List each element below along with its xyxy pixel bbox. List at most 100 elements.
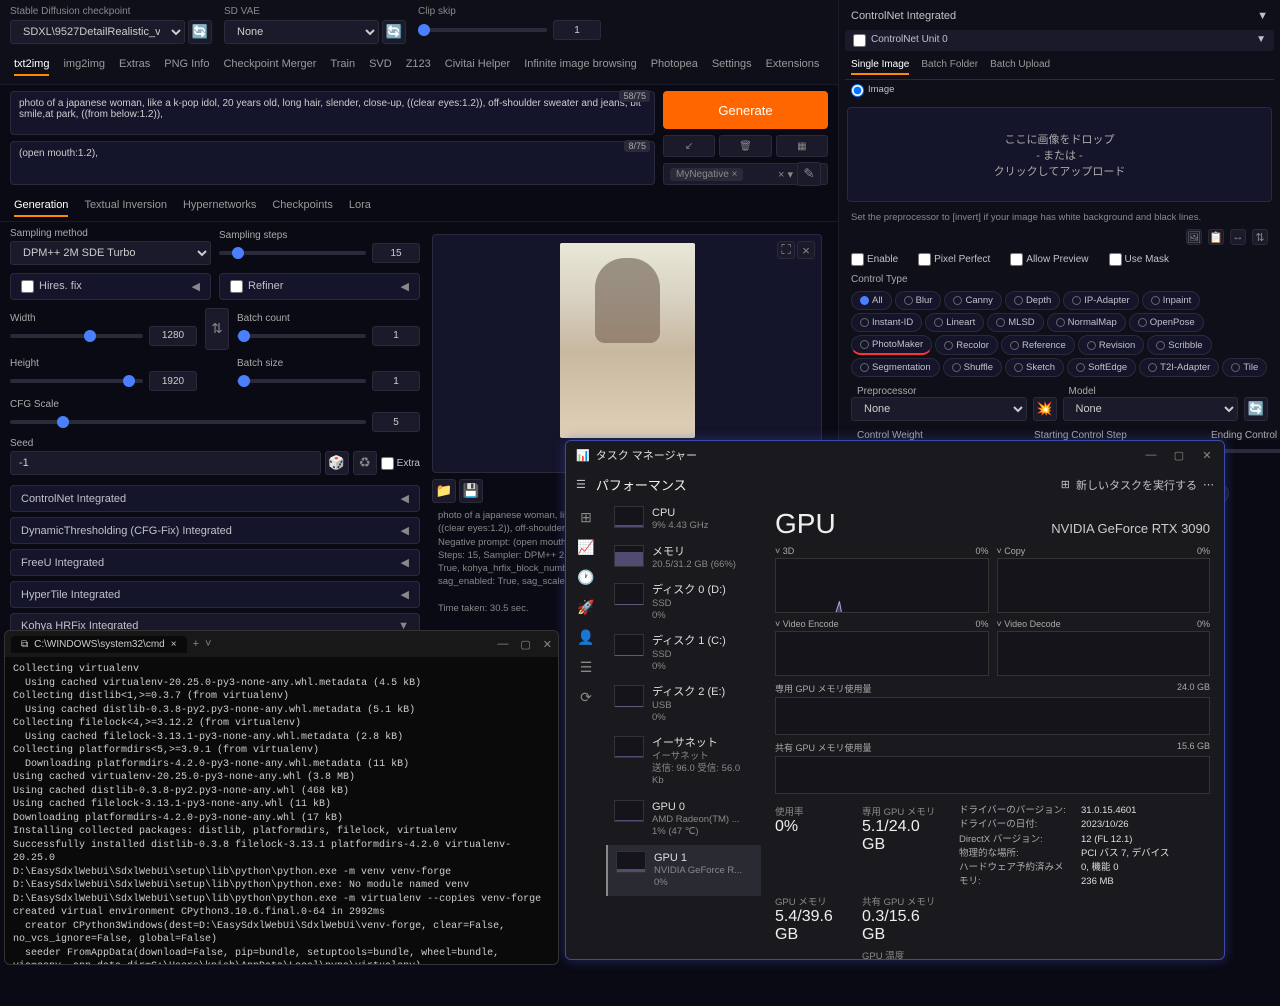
close-icon[interactable]: × xyxy=(797,241,815,259)
vae-select[interactable]: None xyxy=(224,20,379,44)
cn-tool-icon[interactable]: ⇅ xyxy=(1252,229,1268,245)
close-icon[interactable]: ✕ xyxy=(543,638,552,651)
cn-image-radio[interactable] xyxy=(851,84,864,97)
cn-tool-icon[interactable]: 🖼 xyxy=(1186,229,1202,245)
height-slider[interactable] xyxy=(10,379,143,383)
cn-type-depth[interactable]: Depth xyxy=(1005,291,1060,310)
graph-copy-label[interactable]: ˅ Copy xyxy=(997,546,1026,556)
positive-prompt[interactable]: photo of a japanese woman, like a k-pop … xyxy=(10,91,655,135)
edit-styles-icon[interactable]: ✎ xyxy=(797,162,821,186)
graph-3d-label[interactable]: ˅ 3D xyxy=(775,546,794,556)
tab-dropdown-icon[interactable]: ˅ xyxy=(205,638,211,650)
cn-preproc-select[interactable]: None xyxy=(851,397,1027,421)
cn-type-revision[interactable]: Revision xyxy=(1078,335,1144,355)
fullscreen-icon[interactable]: ⛶ xyxy=(777,241,795,259)
tm-nav-history-icon[interactable]: 🕐 xyxy=(577,568,595,586)
menu-icon[interactable]: ☰ xyxy=(576,478,586,491)
maximize-icon[interactable]: ▢ xyxy=(520,638,530,651)
cn-type-segmentation[interactable]: Segmentation xyxy=(851,358,940,377)
cn-type-ipadapter[interactable]: IP-Adapter xyxy=(1063,291,1138,310)
newtask-icon[interactable]: ⊞ xyxy=(1061,478,1070,491)
cfg-value[interactable] xyxy=(372,412,420,432)
graph-venc-label[interactable]: ˅ Video Encode xyxy=(775,619,839,629)
recycle-icon[interactable]: ♻ xyxy=(353,451,377,475)
save-icon[interactable]: 💾 xyxy=(459,479,483,503)
tab-svd[interactable]: SVD xyxy=(369,58,392,76)
steps-slider[interactable] xyxy=(219,251,366,255)
dice-icon[interactable]: 🎲 xyxy=(325,451,349,475)
cn-model-select[interactable]: None xyxy=(1063,397,1239,421)
steps-value[interactable] xyxy=(372,243,420,263)
new-tab-icon[interactable]: + xyxy=(193,638,199,650)
cn-type-sketch[interactable]: Sketch xyxy=(1005,358,1064,377)
seed-input[interactable] xyxy=(10,451,321,475)
maximize-icon[interactable]: ▢ xyxy=(1172,449,1186,462)
more-icon[interactable]: ⋯ xyxy=(1203,478,1214,491)
batchcount-value[interactable] xyxy=(372,326,420,346)
cn-type-scribble[interactable]: Scribble xyxy=(1147,335,1211,355)
tm-nav-details-icon[interactable]: ☰ xyxy=(577,658,595,676)
graph-vdec-label[interactable]: ˅ Video Decode xyxy=(997,619,1061,629)
cn-type-photomaker[interactable]: PhotoMaker xyxy=(851,335,932,355)
folder-icon[interactable]: 📁 xyxy=(432,479,456,503)
tm-nav-services-icon[interactable]: ⟳ xyxy=(577,688,595,706)
cn-tab-upload[interactable]: Batch Upload xyxy=(990,59,1050,75)
tm-nav-startup-icon[interactable]: 🚀 xyxy=(577,598,595,616)
tab-train[interactable]: Train xyxy=(330,58,355,76)
preview-image[interactable] xyxy=(560,243,695,438)
tm-sidebar-item[interactable]: メモリ20.5/31.2 GB (66%) xyxy=(606,539,761,578)
cn-refresh-icon[interactable]: 🔄 xyxy=(1244,397,1268,421)
generate-button[interactable]: Generate xyxy=(663,91,828,129)
chevron-left-icon[interactable]: ◀ xyxy=(401,280,409,293)
cfg-slider[interactable] xyxy=(10,420,366,424)
newtask-label[interactable]: 新しいタスクを実行する xyxy=(1076,477,1197,493)
cn-tool-icon[interactable]: ↔ xyxy=(1230,229,1246,245)
tm-sidebar-item[interactable]: GPU 0AMD Radeon(TM) ...1% (47 ℃) xyxy=(606,794,761,845)
cn-tool-icon[interactable]: 📋 xyxy=(1208,229,1224,245)
cn-drop-zone[interactable]: ここに画像をドロップ - または - クリックしてアップロード xyxy=(847,107,1272,202)
sampler-select[interactable]: DPM++ 2M SDE Turbo xyxy=(10,241,211,265)
cn-usemask[interactable]: Use Mask xyxy=(1109,253,1169,266)
cn-type-recolor[interactable]: Recolor xyxy=(935,335,998,355)
tab-img2img[interactable]: img2img xyxy=(63,58,105,76)
cn-explode-icon[interactable]: 💥 xyxy=(1033,397,1057,421)
negative-prompt[interactable]: (open mouth:1.2), 8/75 xyxy=(10,141,655,185)
extra-icon[interactable]: ▦ xyxy=(776,135,828,157)
tm-sidebar-item[interactable]: イーサネットイーサネット送信: 96.0 受信: 56.0 Kb xyxy=(606,730,761,793)
terminal-output[interactable]: Collecting virtualenv Using cached virtu… xyxy=(5,657,558,965)
cn-type-lineart[interactable]: Lineart xyxy=(925,313,984,332)
tab-ckptmerger[interactable]: Checkpoint Merger xyxy=(223,58,316,76)
cn-type-openpose[interactable]: OpenPose xyxy=(1129,313,1204,332)
subtab-ti[interactable]: Textual Inversion xyxy=(84,195,167,217)
batchcount-slider[interactable] xyxy=(237,334,366,338)
tab-settings[interactable]: Settings xyxy=(712,58,752,76)
tm-sidebar-item[interactable]: ディスク 0 (D:)SSD0% xyxy=(606,577,761,628)
cn-type-blur[interactable]: Blur xyxy=(895,291,942,310)
chevron-left-icon[interactable]: ◀ xyxy=(192,280,200,293)
subtab-hn[interactable]: Hypernetworks xyxy=(183,195,256,217)
cn-type-t2i[interactable]: T2I-Adapter xyxy=(1139,358,1219,377)
tm-sidebar-item[interactable]: ディスク 1 (C:)SSD0% xyxy=(606,628,761,679)
tab-photopea[interactable]: Photopea xyxy=(651,58,698,76)
cn-tab-single[interactable]: Single Image xyxy=(851,59,909,75)
refresh-checkpoint-icon[interactable]: 🔄 xyxy=(188,20,212,44)
height-value[interactable] xyxy=(149,371,197,391)
tab-extras[interactable]: Extras xyxy=(119,58,150,76)
terminal-tab[interactable]: ⧉C:\WINDOWS\system32\cmd× xyxy=(11,636,187,653)
cn-type-all[interactable]: All xyxy=(851,291,892,310)
clipskip-slider[interactable] xyxy=(418,28,547,32)
subtab-ckpts[interactable]: Checkpoints xyxy=(272,195,333,217)
cn-type-inpaint[interactable]: Inpaint xyxy=(1142,291,1201,310)
cn-type-normalmap[interactable]: NormalMap xyxy=(1047,313,1126,332)
refresh-vae-icon[interactable]: 🔄 xyxy=(382,20,406,44)
tm-sidebar-item[interactable]: CPU9% 4.43 GHz xyxy=(606,500,761,539)
accordion-dynthresh[interactable]: DynamicThresholding (CFG-Fix) Integrated… xyxy=(10,517,420,544)
cn-type-mlsd[interactable]: MLSD xyxy=(987,313,1043,332)
batchsize-value[interactable] xyxy=(372,371,420,391)
cn-type-shuffle[interactable]: Shuffle xyxy=(943,358,1002,377)
tab-txt2img[interactable]: txt2img xyxy=(14,58,49,76)
subtab-lora[interactable]: Lora xyxy=(349,195,371,217)
cn-unit0[interactable]: ControlNet Unit 0▼ xyxy=(845,30,1274,51)
accordion-hypertile[interactable]: HyperTile Integrated◀ xyxy=(10,581,420,608)
arrow-icon[interactable]: ↙ xyxy=(663,135,715,157)
